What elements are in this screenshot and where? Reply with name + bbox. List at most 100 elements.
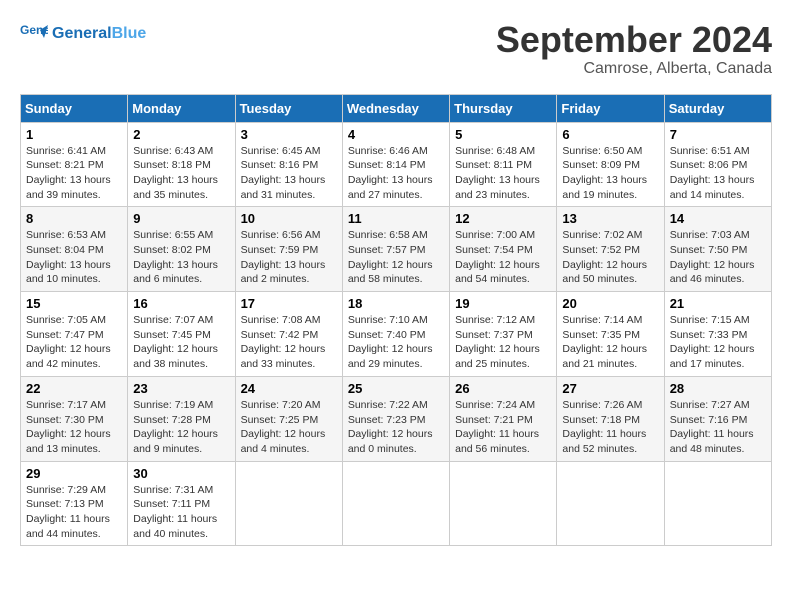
calendar-table: SundayMondayTuesdayWednesdayThursdayFrid… (20, 94, 772, 547)
day-number: 14 (670, 211, 766, 226)
day-number: 25 (348, 381, 444, 396)
day-number: 27 (562, 381, 658, 396)
calendar-cell: 8Sunrise: 6:53 AM Sunset: 8:04 PM Daylig… (21, 207, 128, 292)
title-block: September 2024 Camrose, Alberta, Canada (496, 20, 772, 78)
day-number: 29 (26, 466, 122, 481)
day-info: Sunrise: 6:56 AM Sunset: 7:59 PM Dayligh… (241, 228, 337, 287)
calendar-cell: 28 Sunrise: 7:27 AM Sunset: 7:16 PM Dayli… (664, 376, 771, 461)
calendar-cell: 1 Sunrise: 6:41 AM Sunset: 8:21 PM Daylig… (21, 122, 128, 207)
day-info: Sunrise: 6:50 AM Sunset: 8:09 PM Dayligh… (562, 144, 658, 203)
day-info: Sunrise: 7:00 AM Sunset: 7:54 PM Dayligh… (455, 228, 551, 287)
day-number: 5 (455, 127, 551, 142)
day-info: Sunrise: 7:14 AM Sunset: 7:35 PM Dayligh… (562, 313, 658, 372)
day-number: 2 (133, 127, 229, 142)
day-info: Sunrise: 7:26 AM Sunset: 7:18 PM Dayligh… (562, 398, 658, 457)
day-info: Sunrise: 7:10 AM Sunset: 7:40 PM Dayligh… (348, 313, 444, 372)
day-number: 4 (348, 127, 444, 142)
calendar-cell: 6 Sunrise: 6:50 AM Sunset: 8:09 PM Daylig… (557, 122, 664, 207)
calendar-cell: 5 Sunrise: 6:48 AM Sunset: 8:11 PM Daylig… (450, 122, 557, 207)
calendar-cell (450, 461, 557, 546)
calendar-cell: 21Sunrise: 7:15 AM Sunset: 7:33 PM Dayli… (664, 292, 771, 377)
day-info: Sunrise: 6:55 AM Sunset: 8:02 PM Dayligh… (133, 228, 229, 287)
day-info: Sunrise: 7:05 AM Sunset: 7:47 PM Dayligh… (26, 313, 122, 372)
day-number: 10 (241, 211, 337, 226)
day-info: Sunrise: 6:48 AM Sunset: 8:11 PM Dayligh… (455, 144, 551, 203)
week-row-4: 22 Sunrise: 7:17 AM Sunset: 7:30 PM Dayli… (21, 376, 772, 461)
day-info: Sunrise: 7:20 AM Sunset: 7:25 PM Dayligh… (241, 398, 337, 457)
week-row-5: 29 Sunrise: 7:29 AM Sunset: 7:13 PM Dayli… (21, 461, 772, 546)
calendar-cell: 12 Sunrise: 7:00 AM Sunset: 7:54 PM Dayli… (450, 207, 557, 292)
day-info: Sunrise: 6:45 AM Sunset: 8:16 PM Dayligh… (241, 144, 337, 203)
calendar-cell: 15 Sunrise: 7:05 AM Sunset: 7:47 PM Dayli… (21, 292, 128, 377)
day-number: 11 (348, 211, 444, 226)
day-info: Sunrise: 6:46 AM Sunset: 8:14 PM Dayligh… (348, 144, 444, 203)
day-number: 19 (455, 296, 551, 311)
calendar-cell (664, 461, 771, 546)
calendar-cell: 30 Sunrise: 7:31 AM Sunset: 7:11 PM Dayli… (128, 461, 235, 546)
calendar-cell: 2 Sunrise: 6:43 AM Sunset: 8:18 PM Daylig… (128, 122, 235, 207)
week-row-1: 1 Sunrise: 6:41 AM Sunset: 8:21 PM Daylig… (21, 122, 772, 207)
calendar-cell: 29 Sunrise: 7:29 AM Sunset: 7:13 PM Dayli… (21, 461, 128, 546)
calendar-cell: 14 Sunrise: 7:03 AM Sunset: 7:50 PM Dayli… (664, 207, 771, 292)
day-info: Sunrise: 7:27 AM Sunset: 7:16 PM Dayligh… (670, 398, 766, 457)
calendar-cell (557, 461, 664, 546)
logo-blue: Blue (112, 25, 147, 42)
location: Camrose, Alberta, Canada (496, 60, 772, 78)
weekday-header-tuesday: Tuesday (235, 94, 342, 122)
logo: General GeneralBlue (20, 20, 146, 48)
week-row-2: 8Sunrise: 6:53 AM Sunset: 8:04 PM Daylig… (21, 207, 772, 292)
day-info: Sunrise: 7:31 AM Sunset: 7:11 PM Dayligh… (133, 483, 229, 542)
calendar-cell (342, 461, 449, 546)
day-info: Sunrise: 7:24 AM Sunset: 7:21 PM Dayligh… (455, 398, 551, 457)
day-info: Sunrise: 7:17 AM Sunset: 7:30 PM Dayligh… (26, 398, 122, 457)
day-number: 26 (455, 381, 551, 396)
day-number: 18 (348, 296, 444, 311)
day-number: 23 (133, 381, 229, 396)
calendar-cell: 3Sunrise: 6:45 AM Sunset: 8:16 PM Daylig… (235, 122, 342, 207)
day-number: 12 (455, 211, 551, 226)
day-number: 28 (670, 381, 766, 396)
calendar-cell: 25Sunrise: 7:22 AM Sunset: 7:23 PM Dayli… (342, 376, 449, 461)
day-number: 15 (26, 296, 122, 311)
day-info: Sunrise: 7:29 AM Sunset: 7:13 PM Dayligh… (26, 483, 122, 542)
day-number: 22 (26, 381, 122, 396)
weekday-header-wednesday: Wednesday (342, 94, 449, 122)
page-header: General GeneralBlue September 2024 Camro… (20, 20, 772, 78)
calendar-cell: 26 Sunrise: 7:24 AM Sunset: 7:21 PM Dayli… (450, 376, 557, 461)
logo-general: General (52, 25, 112, 42)
day-info: Sunrise: 7:07 AM Sunset: 7:45 PM Dayligh… (133, 313, 229, 372)
calendar-cell: 18 Sunrise: 7:10 AM Sunset: 7:40 PM Dayli… (342, 292, 449, 377)
day-info: Sunrise: 7:15 AM Sunset: 7:33 PM Dayligh… (670, 313, 766, 372)
day-number: 8 (26, 211, 122, 226)
calendar-cell: 19 Sunrise: 7:12 AM Sunset: 7:37 PM Dayli… (450, 292, 557, 377)
weekday-header-saturday: Saturday (664, 94, 771, 122)
calendar-cell: 20Sunrise: 7:14 AM Sunset: 7:35 PM Dayli… (557, 292, 664, 377)
day-info: Sunrise: 6:41 AM Sunset: 8:21 PM Dayligh… (26, 144, 122, 203)
logo-icon: General (20, 20, 48, 48)
calendar-cell: 4 Sunrise: 6:46 AM Sunset: 8:14 PM Daylig… (342, 122, 449, 207)
calendar-cell: 7Sunrise: 6:51 AM Sunset: 8:06 PM Daylig… (664, 122, 771, 207)
calendar-cell: 24 Sunrise: 7:20 AM Sunset: 7:25 PM Dayli… (235, 376, 342, 461)
calendar-cell: 16Sunrise: 7:07 AM Sunset: 7:45 PM Dayli… (128, 292, 235, 377)
day-number: 7 (670, 127, 766, 142)
calendar-cell: 10 Sunrise: 6:56 AM Sunset: 7:59 PM Dayli… (235, 207, 342, 292)
calendar-cell: 17Sunrise: 7:08 AM Sunset: 7:42 PM Dayli… (235, 292, 342, 377)
weekday-header-friday: Friday (557, 94, 664, 122)
day-number: 24 (241, 381, 337, 396)
day-info: Sunrise: 6:58 AM Sunset: 7:57 PM Dayligh… (348, 228, 444, 287)
calendar-cell: 9Sunrise: 6:55 AM Sunset: 8:02 PM Daylig… (128, 207, 235, 292)
day-info: Sunrise: 7:03 AM Sunset: 7:50 PM Dayligh… (670, 228, 766, 287)
calendar-cell: 13Sunrise: 7:02 AM Sunset: 7:52 PM Dayli… (557, 207, 664, 292)
day-number: 6 (562, 127, 658, 142)
weekday-header-monday: Monday (128, 94, 235, 122)
calendar-cell: 23 Sunrise: 7:19 AM Sunset: 7:28 PM Dayli… (128, 376, 235, 461)
calendar-cell: 27 Sunrise: 7:26 AM Sunset: 7:18 PM Dayli… (557, 376, 664, 461)
weekday-header-sunday: Sunday (21, 94, 128, 122)
day-info: Sunrise: 6:43 AM Sunset: 8:18 PM Dayligh… (133, 144, 229, 203)
day-info: Sunrise: 7:12 AM Sunset: 7:37 PM Dayligh… (455, 313, 551, 372)
day-number: 1 (26, 127, 122, 142)
day-number: 30 (133, 466, 229, 481)
day-info: Sunrise: 7:19 AM Sunset: 7:28 PM Dayligh… (133, 398, 229, 457)
calendar-cell: 11 Sunrise: 6:58 AM Sunset: 7:57 PM Dayli… (342, 207, 449, 292)
calendar-cell: 22 Sunrise: 7:17 AM Sunset: 7:30 PM Dayli… (21, 376, 128, 461)
